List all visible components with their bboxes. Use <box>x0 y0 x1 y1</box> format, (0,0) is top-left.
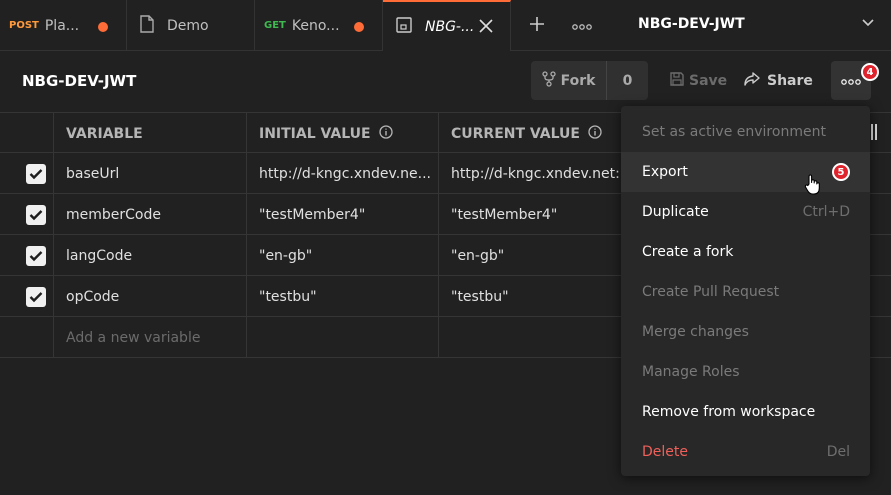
fork-button[interactable]: Fork 0 <box>531 61 648 100</box>
fork-label-area[interactable]: Fork <box>531 61 607 100</box>
row-checkbox[interactable] <box>26 204 46 225</box>
checkmark-icon <box>29 250 43 261</box>
checkbox-cell <box>0 153 54 194</box>
share-button[interactable]: Share <box>743 71 813 91</box>
checkbox-cell <box>0 276 54 317</box>
environment-title: NBG-DEV-JWT <box>22 72 137 90</box>
menu-item-label: Create Pull Request <box>642 284 780 300</box>
variable-cell[interactable]: opCode <box>54 276 247 317</box>
add-variable-input[interactable]: Add a new variable <box>54 317 247 358</box>
current-value-cell[interactable]: "testbu" <box>439 276 639 317</box>
variable-cell[interactable]: baseUrl <box>54 153 247 194</box>
environment-actions-menu: Set as active environment Export 5 Dupli… <box>621 106 870 476</box>
menu-item-create-fork[interactable]: Create a fork <box>621 232 870 272</box>
menu-item-label: Merge changes <box>642 324 749 340</box>
tab-demo[interactable]: Demo <box>127 0 255 51</box>
tab-bar: POST Pla... Demo GET Keno... NBG-... NBG… <box>0 0 891 51</box>
row-checkbox[interactable] <box>26 163 46 184</box>
info-icon[interactable] <box>588 124 602 143</box>
menu-item-label: Delete <box>642 444 688 460</box>
current-value-cell[interactable]: "testMember4" <box>439 194 639 235</box>
plus-icon <box>529 16 545 36</box>
share-label: Share <box>767 73 813 89</box>
fork-icon <box>541 70 556 91</box>
tab-label: Pla... <box>44 17 80 34</box>
info-icon[interactable] <box>378 124 393 143</box>
tab-label: Keno... <box>291 17 340 34</box>
more-horizontal-icon <box>841 71 861 90</box>
menu-item-label: Manage Roles <box>642 364 740 380</box>
menu-item-merge-changes[interactable]: Merge changes <box>621 312 870 352</box>
column-header-initial: INITIAL VALUE <box>247 113 439 154</box>
step-badge: 5 <box>832 163 850 181</box>
checkbox-cell <box>0 317 54 358</box>
more-horizontal-icon <box>572 16 592 35</box>
tab-request-get[interactable]: GET Keno... <box>255 0 383 51</box>
menu-item-create-pull-request[interactable]: Create Pull Request <box>621 272 870 312</box>
checkbox-cell <box>0 194 54 235</box>
menu-item-label: Create a fork <box>642 244 734 260</box>
menu-item-label: Duplicate <box>642 204 709 220</box>
shortcut-label: Ctrl+D <box>802 204 850 220</box>
share-icon <box>743 71 761 91</box>
header-checkbox-cell <box>0 113 54 154</box>
environment-icon <box>395 16 413 38</box>
tab-request-post[interactable]: POST Pla... <box>0 0 127 51</box>
checkbox-cell <box>0 235 54 276</box>
initial-value-cell[interactable]: "en-gb" <box>247 235 439 276</box>
tab-options-button[interactable] <box>568 0 596 51</box>
shortcut-label: Del <box>826 444 850 460</box>
initial-value-cell[interactable]: "testbu" <box>247 276 439 317</box>
menu-item-export[interactable]: Export 5 <box>621 152 870 195</box>
checkmark-icon <box>29 209 43 220</box>
close-icon[interactable] <box>478 18 494 38</box>
tab-label: NBG-... <box>425 18 475 35</box>
column-header: CURRENT VALUE <box>451 125 580 142</box>
menu-item-set-active[interactable]: Set as active environment <box>621 112 870 152</box>
step-badge: 4 <box>861 63 879 81</box>
checkmark-icon <box>29 291 43 302</box>
initial-value-cell[interactable]: "testMember4" <box>247 194 439 235</box>
menu-item-remove-from-workspace[interactable]: Remove from workspace <box>621 392 870 432</box>
current-value-cell[interactable] <box>439 317 639 358</box>
tab-label: Demo <box>167 17 209 34</box>
initial-value-cell[interactable] <box>247 317 439 358</box>
unsaved-dot <box>98 22 108 32</box>
menu-item-label: Set as active environment <box>642 124 826 140</box>
chevron-down-icon[interactable] <box>860 14 876 34</box>
tab-environment-active[interactable]: NBG-... <box>383 0 511 51</box>
column-resize-handle[interactable] <box>871 124 877 140</box>
method-label: POST <box>9 20 39 31</box>
menu-item-label: Remove from workspace <box>642 404 816 420</box>
current-value-cell[interactable]: http://d-kngc.xndev.net: <box>439 153 639 194</box>
checkmark-icon <box>29 168 43 179</box>
environment-selector[interactable]: NBG-DEV-JWT <box>638 16 745 32</box>
unsaved-dot <box>354 22 364 32</box>
method-label: GET <box>264 20 286 31</box>
fork-count: 0 <box>622 72 633 89</box>
save-label: Save <box>689 73 728 89</box>
row-checkbox[interactable] <box>26 245 46 266</box>
column-header: INITIAL VALUE <box>259 125 371 142</box>
menu-item-duplicate[interactable]: Duplicate Ctrl+D <box>621 192 870 232</box>
variable-cell[interactable]: langCode <box>54 235 247 276</box>
variable-cell[interactable]: memberCode <box>54 194 247 235</box>
initial-value-cell[interactable]: http://d-kngc.xndev.ne... <box>247 153 439 194</box>
new-tab-button[interactable] <box>522 0 552 51</box>
menu-item-delete[interactable]: Delete Del <box>621 432 870 472</box>
current-value-cell[interactable]: "en-gb" <box>439 235 639 276</box>
row-checkbox[interactable] <box>26 286 46 307</box>
menu-item-manage-roles[interactable]: Manage Roles <box>621 352 870 392</box>
column-header-current: CURRENT VALUE <box>439 113 639 154</box>
column-header: VARIABLE <box>54 113 247 154</box>
menu-item-label: Export <box>642 164 688 180</box>
save-button[interactable]: Save <box>669 71 727 91</box>
save-icon <box>669 71 685 91</box>
document-icon <box>139 14 155 37</box>
fork-label: Fork <box>560 72 596 89</box>
